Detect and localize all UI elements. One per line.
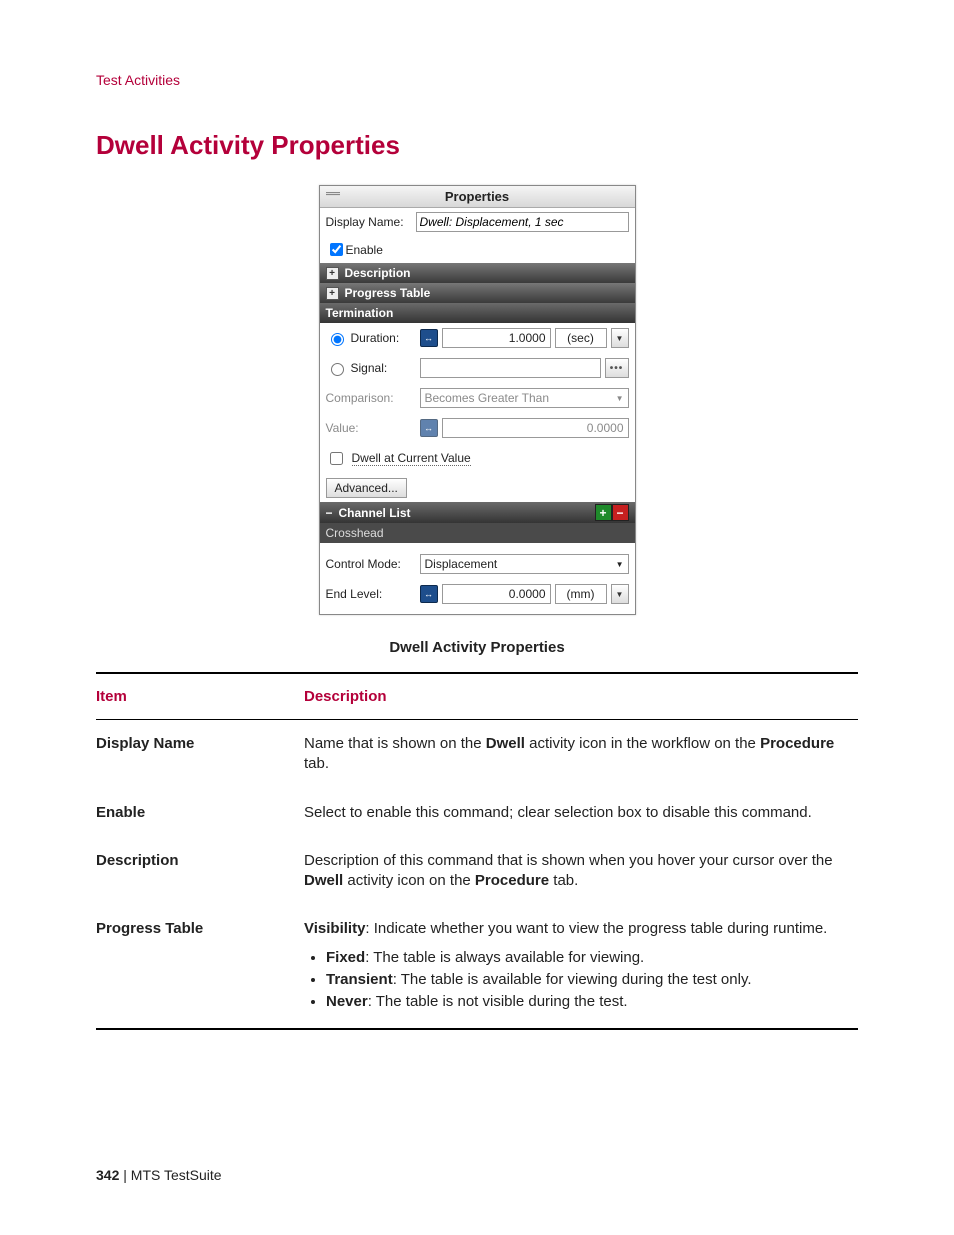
signal-row: Signal: •••: [320, 353, 635, 383]
signal-radio[interactable]: [331, 363, 344, 376]
control-mode-value: Displacement: [425, 557, 498, 571]
comparison-row: Comparison: Becomes Greater Than ▼: [320, 383, 635, 413]
row-item: Display Name: [96, 720, 304, 789]
control-mode-label: Control Mode:: [326, 557, 401, 571]
display-name-input[interactable]: [416, 212, 629, 232]
page-footer: 342 | MTS TestSuite: [96, 1167, 222, 1183]
col-desc-header: Description: [304, 673, 858, 720]
remove-channel-button[interactable]: −: [612, 504, 629, 521]
display-name-label: Display Name:: [326, 215, 416, 229]
table-row: Progress Table Visibility: Indicate whet…: [96, 905, 858, 1029]
col-item-header: Item: [96, 673, 304, 720]
unit-dropdown-icon[interactable]: ▼: [611, 328, 629, 348]
value-label: Value:: [326, 421, 359, 435]
end-level-row: End Level: ↔ 0.0000 (mm) ▼: [320, 579, 635, 614]
row-desc: Description of this command that is show…: [304, 837, 858, 906]
add-channel-button[interactable]: +: [595, 504, 612, 521]
dwell-current-row: Dwell at Current Value: [320, 443, 635, 474]
control-mode-row: Control Mode: Displacement ▼: [320, 549, 635, 579]
comparison-select: Becomes Greater Than ▼: [420, 388, 629, 408]
panel-title: Properties: [445, 189, 509, 204]
variable-icon[interactable]: ↔: [420, 585, 438, 603]
comparison-value: Becomes Greater Than: [425, 391, 550, 405]
row-desc: Visibility: Indicate whether you want to…: [304, 905, 858, 1029]
advanced-button[interactable]: Advanced...: [326, 478, 407, 498]
chevron-down-icon: ▼: [616, 394, 624, 403]
enable-checkbox[interactable]: [330, 243, 343, 256]
collapse-icon[interactable]: −: [326, 506, 333, 520]
value-row: Value: ↔ 0.0000: [320, 413, 635, 443]
row-desc: Select to enable this command; clear sel…: [304, 789, 858, 837]
row-item: Enable: [96, 789, 304, 837]
properties-panel: Properties Display Name: Enable + Descri…: [319, 185, 636, 615]
termination-section-header: Termination: [320, 303, 635, 323]
signal-field[interactable]: [420, 358, 601, 378]
table-row: Display Name Name that is shown on the D…: [96, 720, 858, 789]
progress-table-section-label: Progress Table: [345, 286, 431, 300]
table-row: Enable Select to enable this command; cl…: [96, 789, 858, 837]
enable-row: Enable: [320, 236, 635, 263]
channel-list-header: − Channel List + −: [320, 502, 635, 523]
expand-icon[interactable]: +: [326, 287, 339, 300]
channel-list-title: Channel List: [339, 506, 411, 520]
signal-label: Signal:: [351, 361, 388, 375]
progress-table-section-header[interactable]: + Progress Table: [320, 283, 635, 303]
control-mode-select[interactable]: Displacement ▼: [420, 554, 629, 574]
drag-handle-icon[interactable]: [326, 192, 340, 196]
chevron-down-icon[interactable]: ▼: [616, 560, 624, 569]
end-level-unit[interactable]: (mm): [555, 584, 607, 604]
row-item: Progress Table: [96, 905, 304, 1029]
description-section-header[interactable]: + Description: [320, 263, 635, 283]
duration-unit[interactable]: (sec): [555, 328, 607, 348]
panel-title-bar: Properties: [320, 186, 635, 208]
duration-row: Duration: ↔ 1.0000 (sec) ▼: [320, 323, 635, 353]
duration-radio[interactable]: [331, 333, 344, 346]
display-name-row: Display Name:: [320, 208, 635, 236]
duration-label: Duration:: [351, 331, 400, 345]
enable-label: Enable: [346, 243, 383, 257]
description-section-label: Description: [345, 266, 411, 280]
table-row: Description Description of this command …: [96, 837, 858, 906]
signal-browse-button[interactable]: •••: [605, 358, 629, 378]
product-name: MTS TestSuite: [131, 1167, 222, 1183]
properties-table: Item Description Display Name Name that …: [96, 672, 858, 1030]
row-desc: Name that is shown on the Dwell activity…: [304, 720, 858, 789]
channel-item[interactable]: Crosshead: [320, 523, 635, 543]
row-item: Description: [96, 837, 304, 906]
dwell-current-label: Dwell at Current Value: [352, 451, 471, 466]
end-level-value[interactable]: 0.0000: [442, 584, 551, 604]
comparison-label: Comparison:: [326, 391, 394, 405]
duration-value[interactable]: 1.0000: [442, 328, 551, 348]
page-number: 342: [96, 1167, 119, 1183]
variable-icon[interactable]: ↔: [420, 329, 438, 347]
end-level-label: End Level:: [326, 587, 383, 601]
unit-dropdown-icon[interactable]: ▼: [611, 584, 629, 604]
figure-caption: Dwell Activity Properties: [96, 639, 858, 656]
dwell-current-checkbox[interactable]: [330, 452, 343, 465]
breadcrumb: Test Activities: [96, 72, 858, 88]
page-title: Dwell Activity Properties: [96, 130, 858, 161]
variable-icon: ↔: [420, 419, 438, 437]
expand-icon[interactable]: +: [326, 267, 339, 280]
value-field: 0.0000: [442, 418, 629, 438]
